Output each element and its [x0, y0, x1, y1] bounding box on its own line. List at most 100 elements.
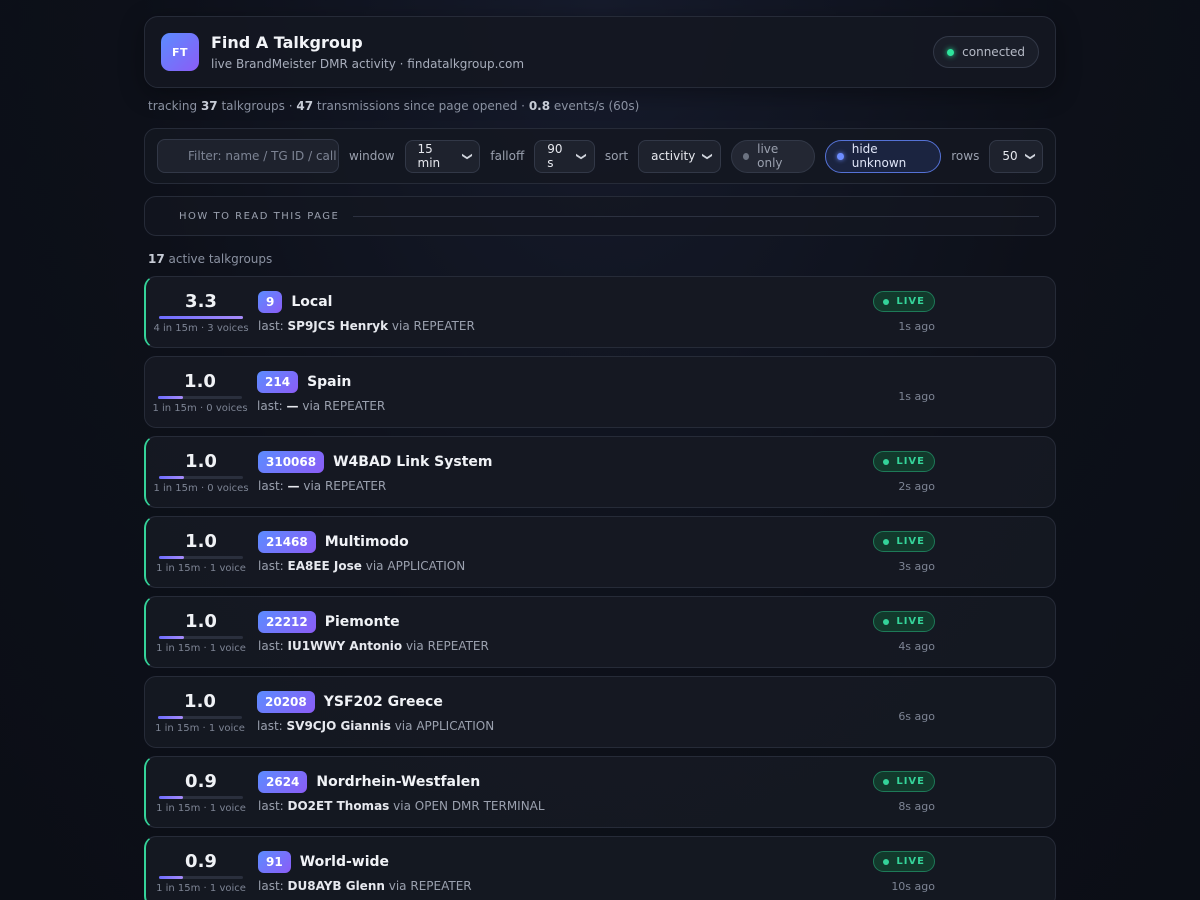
via-prefix: via: [302, 399, 321, 413]
talkgroup-status: LIVE 10s ago: [815, 851, 935, 893]
window-select-value: 15 min: [417, 142, 441, 170]
status-dot-icon: [947, 48, 955, 56]
talkgroup-status: 1s ago: [815, 382, 935, 403]
talkgroup-name: Nordrhein-Westfalen: [316, 774, 481, 790]
score-meta: 1 in 15m · 1 voice: [156, 882, 246, 894]
chevron-down-icon: ❯: [576, 151, 588, 161]
last-callsign: SV9CJO Giannis: [286, 719, 391, 733]
last-prefix: last:: [258, 639, 284, 653]
talkgroup-row[interactable]: 3.3 4 in 15m · 3 voices 9 Local last: SP9JCS…: [144, 276, 1056, 348]
talkgroup-id-badge[interactable]: 20208: [257, 691, 315, 713]
how-to-read-disclosure[interactable]: HOW TO READ THIS PAGE: [144, 196, 1056, 236]
talkgroup-id-badge[interactable]: 2624: [258, 771, 308, 793]
header-titles: Find A Talkgroup live BrandMeister DMR a…: [211, 33, 933, 71]
talkgroup-row[interactable]: 1.0 1 in 15m · 1 voice 20208 YSF202 Greece l…: [144, 676, 1056, 748]
activity-score: 0.9 1 in 15m · 1 voice: [146, 771, 256, 814]
last-prefix: last:: [258, 559, 284, 573]
last-prefix: last:: [258, 479, 284, 493]
filter-input[interactable]: [157, 139, 339, 173]
last-transmission: last: SP9JCS Henryk via REPEATER: [258, 319, 815, 333]
talkgroup-title-line: 22212 Piemonte: [258, 611, 815, 633]
activity-bar: [159, 315, 243, 319]
last-prefix: last:: [258, 879, 284, 893]
talkgroup-id-badge[interactable]: 22212: [258, 611, 316, 633]
app-logo: FT: [161, 33, 199, 71]
talkgroup-list: 3.3 4 in 15m · 3 voices 9 Local last: SP9JCS…: [144, 276, 1056, 900]
stats-transmissions-label: transmissions since page opened ·: [316, 99, 525, 113]
activity-bar-fill: [159, 555, 185, 559]
stats-prefix: tracking: [148, 99, 198, 113]
via-prefix: via: [405, 639, 424, 653]
talkgroup-title-line: 9 Local: [258, 291, 815, 313]
chevron-down-icon: ❯: [702, 151, 714, 161]
via-prefix: via: [391, 319, 410, 333]
connection-status-text: connected: [962, 45, 1025, 59]
score-value: 0.9: [185, 850, 217, 872]
talkgroup-row[interactable]: 1.0 1 in 15m · 1 voice 21468 Multimodo last:…: [144, 516, 1056, 588]
app-subtitle: live BrandMeister DMR activity · findata…: [211, 57, 525, 71]
talkgroup-info: 2624 Nordrhein-Westfalen last: DO2ET Thoma…: [258, 771, 815, 813]
live-only-toggle[interactable]: live only: [730, 139, 816, 173]
last-seen-time: 2s ago: [898, 480, 935, 493]
activity-score: 3.3 4 in 15m · 3 voices: [146, 291, 256, 334]
talkgroup-row[interactable]: 0.9 1 in 15m · 1 voice 91 World-wide last: D…: [144, 836, 1056, 900]
activity-bar: [159, 475, 243, 479]
talkgroup-id-badge[interactable]: 91: [258, 851, 291, 873]
activity-score: 1.0 1 in 15m · 0 voices: [145, 371, 255, 414]
chevron-down-icon: ❯: [461, 151, 473, 161]
activity-bar-fill: [158, 715, 184, 719]
sort-select[interactable]: activity ❯: [638, 139, 721, 173]
active-count-line: 17 active talkgroups: [144, 252, 1056, 268]
talkgroup-status: LIVE 8s ago: [815, 771, 935, 813]
app-title: Find A Talkgroup: [211, 33, 363, 52]
last-seen-time: 10s ago: [891, 880, 935, 893]
last-transmission: last: EA8EE Jose via APPLICATION: [258, 559, 815, 573]
talkgroup-info: 214 Spain last: — via REPEATER: [257, 371, 815, 413]
live-label: LIVE: [896, 616, 925, 627]
via-source: REPEATER: [413, 319, 475, 333]
talkgroup-row[interactable]: 1.0 1 in 15m · 1 voice 22212 Piemonte last: …: [144, 596, 1056, 668]
talkgroup-status: LIVE 1s ago: [815, 291, 935, 333]
via-prefix: via: [303, 479, 322, 493]
toggle-dot-icon: [837, 152, 844, 160]
activity-bar-fill: [158, 395, 184, 399]
falloff-select[interactable]: 90 s ❯: [534, 139, 595, 173]
hide-unknown-toggle[interactable]: hide unknown: [825, 139, 942, 173]
live-badge: LIVE: [873, 451, 935, 472]
talkgroup-row[interactable]: 0.9 1 in 15m · 1 voice 2624 Nordrhein-Westf…: [144, 756, 1056, 828]
talkgroup-name: YSF202 Greece: [323, 694, 443, 710]
via-source: APPLICATION: [387, 559, 466, 573]
activity-bar: [158, 395, 242, 399]
talkgroup-id-badge[interactable]: 9: [258, 291, 283, 313]
stats-transmissions-count: 47: [296, 99, 314, 113]
last-prefix: last:: [258, 799, 284, 813]
last-transmission: last: DO2ET Thomas via OPEN DMR TERMINAL: [258, 799, 815, 813]
live-label: LIVE: [896, 776, 925, 787]
via-source: REPEATER: [323, 399, 386, 413]
via-source: APPLICATION: [416, 719, 495, 733]
rows-select-value: 50: [1002, 149, 1018, 163]
live-dot-icon: [883, 458, 890, 465]
talkgroup-id-badge[interactable]: 214: [257, 371, 299, 393]
talkgroup-name: Spain: [307, 374, 352, 390]
live-dot-icon: [883, 538, 890, 545]
talkgroup-status: LIVE 2s ago: [815, 451, 935, 493]
divider: [353, 215, 1039, 217]
talkgroup-row[interactable]: 1.0 1 in 15m · 0 voices 214 Spain last: — vi…: [144, 356, 1056, 428]
activity-score: 1.0 1 in 15m · 1 voice: [145, 691, 255, 734]
talkgroup-id-badge[interactable]: 21468: [258, 531, 316, 553]
active-count-label: active talkgroups: [168, 252, 273, 266]
activity-bar-fill: [159, 795, 183, 799]
talkgroup-name: Local: [291, 294, 333, 310]
controls-bar: window 15 min ❯ falloff 90 s ❯ sort acti…: [144, 128, 1056, 184]
stats-events-label: events/s (60s): [553, 99, 640, 113]
live-label: LIVE: [896, 456, 925, 467]
rows-select[interactable]: 50 ❯: [989, 139, 1043, 173]
via-source: OPEN DMR TERMINAL: [414, 799, 545, 813]
last-seen-time: 4s ago: [898, 640, 935, 653]
last-transmission: last: — via REPEATER: [257, 399, 815, 413]
talkgroup-row[interactable]: 1.0 1 in 15m · 0 voices 310068 W4BAD Link S…: [144, 436, 1056, 508]
talkgroup-id-badge[interactable]: 310068: [258, 451, 325, 473]
talkgroup-title-line: 310068 W4BAD Link System: [258, 451, 815, 473]
window-select[interactable]: 15 min ❯: [404, 139, 481, 173]
